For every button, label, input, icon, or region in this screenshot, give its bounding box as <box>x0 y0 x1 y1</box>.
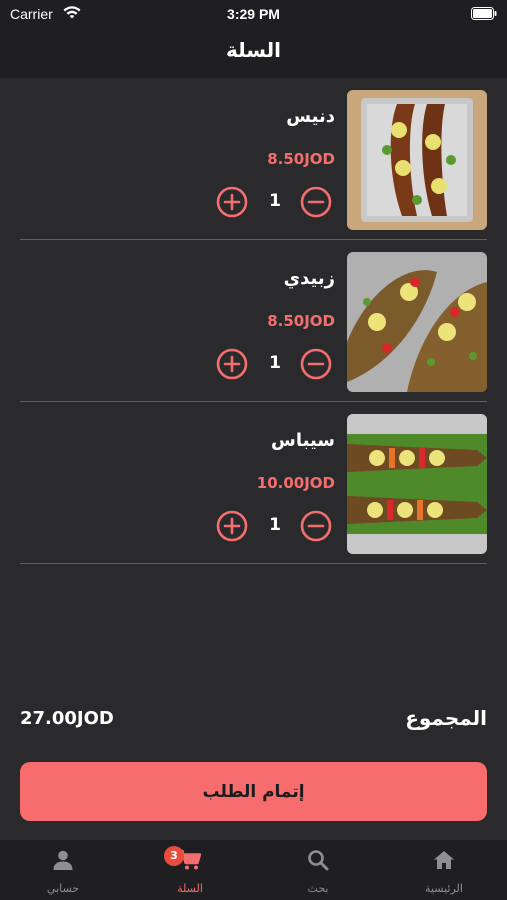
item-name: سيباس <box>271 430 335 451</box>
decrease-quantity-button[interactable] <box>300 510 332 542</box>
plus-circle-icon <box>216 510 248 542</box>
tab-label: حسابي <box>46 882 80 895</box>
cart-item: سيباس 10.00JOD 1 <box>20 402 487 564</box>
total-row: المجموع 27.00JOD <box>20 706 487 738</box>
cart-item: زبيدي 8.50JOD 1 <box>20 240 487 402</box>
cart-list: دنيس 8.50JOD 1 زبيدي 8.50JOD 1 سيباس 10.… <box>0 78 507 564</box>
total-value: 27.00JOD <box>20 708 114 729</box>
quantity-value: 1 <box>269 353 281 373</box>
tab-home[interactable]: الرئيسية <box>381 840 507 900</box>
total-label: المجموع <box>405 706 487 730</box>
status-bar: Carrier 3:29 PM <box>0 0 507 28</box>
minus-circle-icon <box>300 510 332 542</box>
item-name: دنيس <box>286 106 335 127</box>
home-icon <box>434 851 454 869</box>
decrease-quantity-button[interactable] <box>300 186 332 218</box>
increase-quantity-button[interactable] <box>216 348 248 380</box>
page-title: السلة <box>225 38 281 62</box>
tab-search[interactable]: بحث <box>255 840 381 900</box>
tab-bar: الرئيسية بحث 3 السلة حسابي <box>0 840 507 900</box>
fish-image <box>347 90 487 230</box>
item-price: 10.00JOD <box>256 474 335 492</box>
user-icon <box>53 850 73 870</box>
battery-icon <box>471 7 497 20</box>
fish-image <box>347 252 487 392</box>
minus-circle-icon <box>300 348 332 380</box>
item-name: زبيدي <box>283 268 335 289</box>
nav-bar: السلة <box>0 28 507 78</box>
decrease-quantity-button[interactable] <box>300 348 332 380</box>
tab-account[interactable]: حسابي <box>0 840 126 900</box>
plus-circle-icon <box>216 348 248 380</box>
increase-quantity-button[interactable] <box>216 186 248 218</box>
tab-label: الرئيسية <box>425 882 463 895</box>
cart-count-badge: 3 <box>164 846 184 866</box>
tab-cart[interactable]: 3 السلة <box>127 840 253 900</box>
plus-circle-icon <box>216 186 248 218</box>
checkout-button[interactable]: إتمام الطلب <box>20 762 487 821</box>
item-price: 8.50JOD <box>267 150 335 168</box>
search-icon <box>308 850 329 871</box>
status-time: 3:29 PM <box>227 6 280 22</box>
tab-label: بحث <box>307 882 329 895</box>
cart-item: دنيس 8.50JOD 1 <box>20 78 487 240</box>
increase-quantity-button[interactable] <box>216 510 248 542</box>
quantity-value: 1 <box>269 515 281 535</box>
item-price: 8.50JOD <box>267 312 335 330</box>
minus-circle-icon <box>300 186 332 218</box>
tab-label: السلة <box>177 882 203 895</box>
fish-image <box>347 414 487 554</box>
checkout-button-label: إتمام الطلب <box>202 781 305 802</box>
quantity-value: 1 <box>269 191 281 211</box>
